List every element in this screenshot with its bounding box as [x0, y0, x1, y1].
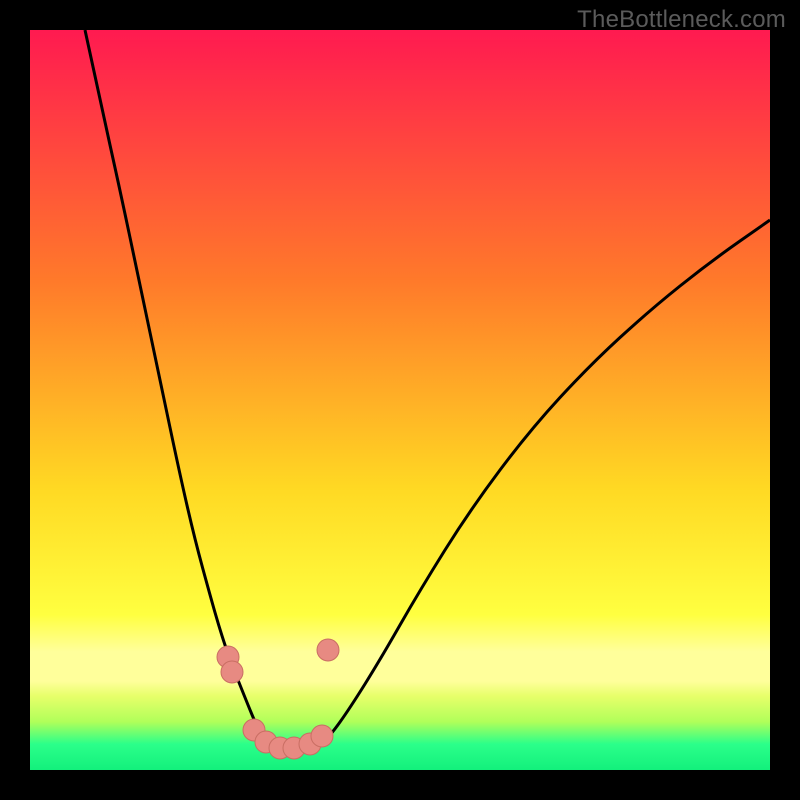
- marker-point: [311, 725, 333, 747]
- plot-area: [30, 30, 770, 770]
- chart-frame: TheBottleneck.com: [0, 0, 800, 800]
- gradient-background: [30, 30, 770, 770]
- watermark-label: TheBottleneck.com: [577, 6, 786, 34]
- marker-point: [317, 639, 339, 661]
- marker-point: [221, 661, 243, 683]
- bottleneck-curve-chart: [30, 30, 770, 770]
